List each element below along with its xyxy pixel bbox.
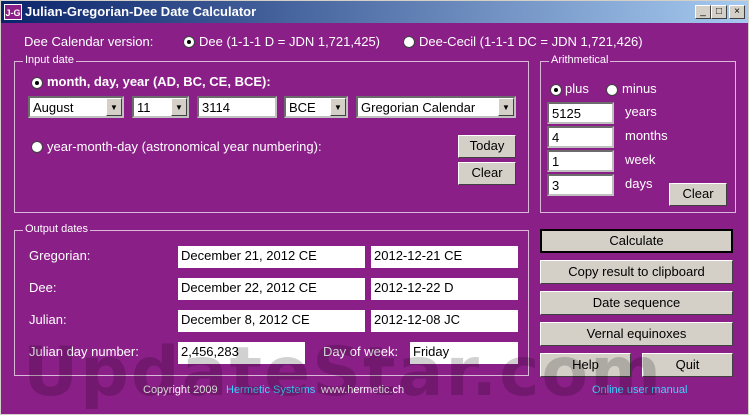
months-label: months — [625, 128, 668, 143]
dee-short-output[interactable]: 2012-12-22 D — [371, 278, 518, 300]
minus-label: minus — [622, 81, 657, 96]
month-select[interactable]: August ▼ — [28, 96, 124, 118]
output-dates-group-title: Output dates — [23, 223, 90, 235]
dee-version-label: Dee Calendar version: — [24, 34, 154, 49]
date-sequence-button[interactable]: Date sequence — [540, 291, 733, 315]
dee-option-label: Dee (1-1-1 D = JDN 1,721,425) — [199, 34, 381, 49]
today-button[interactable]: Today — [458, 135, 516, 158]
dee-cecil-option-label: Dee-Cecil (1-1-1 DC = JDN 1,721,426) — [419, 34, 643, 49]
mdy-mode-label: month, day, year (AD, BC, CE, BCE): — [47, 74, 271, 89]
dee-long-output[interactable]: December 22, 2012 CE — [178, 278, 365, 300]
era-select[interactable]: BCE ▼ — [284, 96, 348, 118]
gregorian-short-output[interactable]: 2012-12-21 CE — [371, 246, 518, 268]
year-input[interactable]: 3114 — [197, 96, 277, 118]
days-input[interactable]: 3 — [547, 174, 614, 196]
arithmetic-clear-button[interactable]: Clear — [669, 183, 727, 206]
input-clear-button[interactable]: Clear — [458, 162, 516, 185]
watermark: UpdateStar.com — [23, 333, 663, 412]
julian-long-output[interactable]: December 8, 2012 CE — [178, 310, 365, 332]
arithmetic-group-title: Arithmetical — [549, 54, 611, 66]
years-input[interactable]: 5125 — [547, 102, 614, 124]
dee-label: Dee: — [29, 280, 57, 295]
day-select[interactable]: 11 ▼ — [132, 96, 189, 118]
ymd-mode-label: year-month-day (astronomical year number… — [47, 139, 322, 154]
calendar-select[interactable]: Gregorian Calendar ▼ — [356, 96, 516, 118]
gregorian-long-output[interactable]: December 21, 2012 CE — [178, 246, 365, 268]
week-input[interactable]: 1 — [547, 150, 614, 172]
window-title: Julian-Gregorian-Dee Date Calculator — [25, 4, 257, 19]
month-value: August — [33, 100, 74, 115]
mdy-mode-radio[interactable] — [31, 77, 43, 89]
app-icon: J-G — [4, 4, 22, 20]
maximize-button[interactable]: □ — [711, 5, 727, 19]
copy-result-button[interactable]: Copy result to clipboard — [540, 260, 733, 284]
close-button[interactable]: × — [729, 5, 745, 19]
era-value: BCE — [289, 100, 316, 115]
calendar-value: Gregorian Calendar — [361, 100, 476, 115]
day-value: 11 — [137, 100, 151, 115]
title-bar[interactable]: J-G Julian-Gregorian-Dee Date Calculator… — [1, 1, 748, 23]
chevron-down-icon: ▼ — [330, 98, 346, 116]
gregorian-label: Gregorian: — [29, 248, 91, 263]
plus-label: plus — [565, 81, 589, 96]
years-label: years — [625, 104, 657, 119]
input-date-group-title: Input date — [23, 54, 76, 66]
plus-radio[interactable] — [550, 84, 562, 96]
chevron-down-icon: ▼ — [106, 98, 122, 116]
chevron-down-icon: ▼ — [498, 98, 514, 116]
julian-short-output[interactable]: 2012-12-08 JC — [371, 310, 518, 332]
julian-label: Julian: — [29, 312, 67, 327]
week-label: week — [625, 152, 656, 167]
dee-radio[interactable] — [183, 36, 195, 48]
chevron-down-icon: ▼ — [171, 98, 187, 116]
calculate-button[interactable]: Calculate — [540, 229, 733, 253]
months-input[interactable]: 4 — [547, 126, 614, 148]
days-label: days — [625, 176, 653, 191]
main-window: J-G Julian-Gregorian-Dee Date Calculator… — [0, 0, 749, 415]
dee-cecil-radio[interactable] — [403, 36, 415, 48]
ymd-mode-radio[interactable] — [31, 141, 43, 153]
minus-radio[interactable] — [606, 84, 618, 96]
minimize-button[interactable]: _ — [695, 5, 711, 19]
